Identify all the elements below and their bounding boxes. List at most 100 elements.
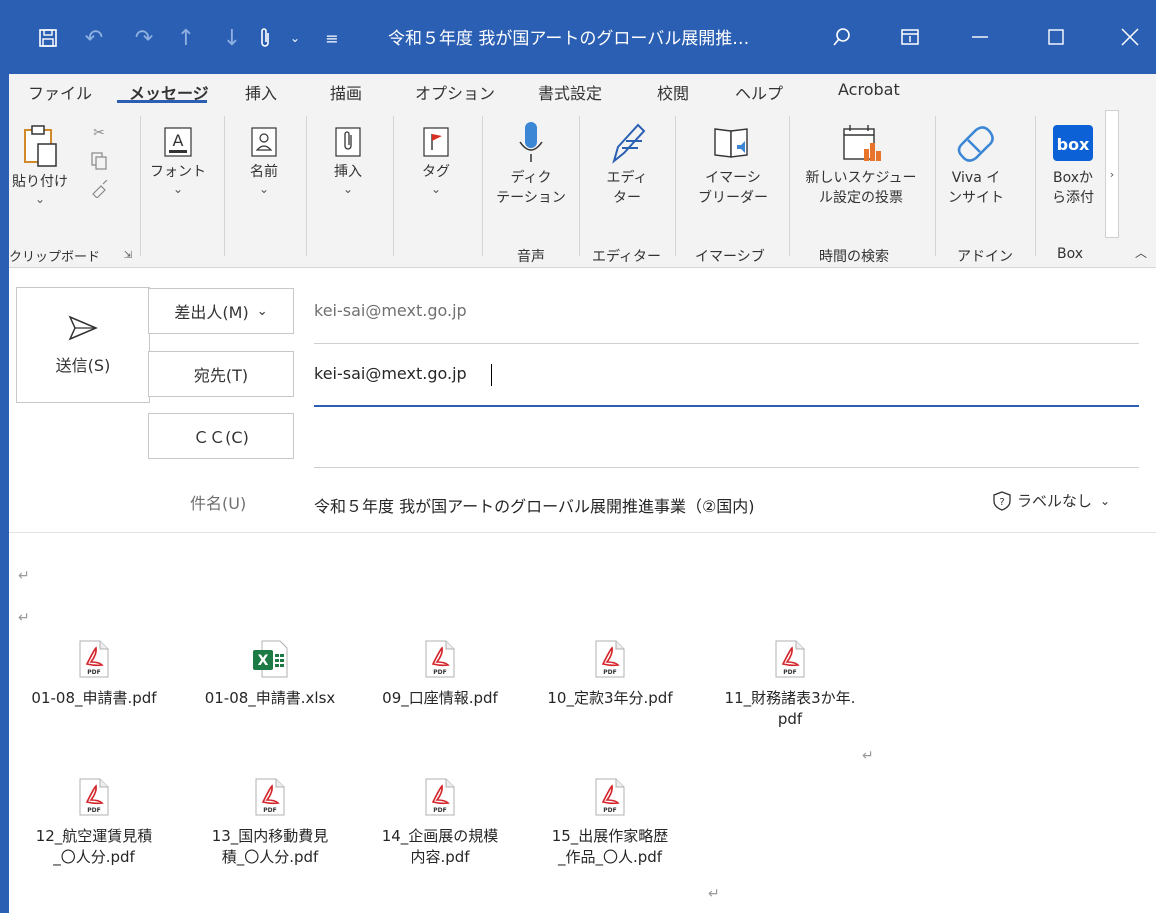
attachment-name: 15_出展作家略歴 _作品_〇人.pdf <box>551 827 669 866</box>
tab-options[interactable]: オプション <box>415 80 495 104</box>
viva-insights-icon <box>953 118 999 168</box>
close-icon[interactable] <box>1106 14 1154 60</box>
attachment-item[interactable]: PDF 15_出展作家略歴 _作品_〇人.pdf <box>530 778 690 868</box>
from-button[interactable]: 差出人(M) ⌄ <box>148 288 294 334</box>
schedule-poll-button[interactable]: 新しいスケジュー ル設定の投票 <box>795 118 927 208</box>
title-bar: ↶ ↷ ↑ ↓ ⌄ ≡ 令和５年度 我が国アートのグローバル展開推… <box>0 0 1156 74</box>
menu-bar: ファイル メッセージ 挿入 描画 オプション 書式設定 校閲 ヘルプ Acrob… <box>9 74 1156 110</box>
viva-insights-button[interactable]: Viva イ ンサイト <box>941 118 1011 208</box>
attachment-name: 13_国内移動費見 積_〇人分.pdf <box>211 827 329 866</box>
svg-text:PDF: PDF <box>603 669 616 676</box>
svg-text:?: ? <box>999 497 1004 508</box>
pdf-file-icon: PDF <box>79 640 109 678</box>
editor-pen-icon <box>607 118 647 168</box>
group-label-immersive: イマーシブ <box>695 249 765 265</box>
attachment-name: 12_航空運賃見積 _〇人分.pdf <box>35 827 153 866</box>
down-arrow-icon[interactable]: ↓ <box>218 18 246 58</box>
attachment-item[interactable]: PDF 11_財務諸表3か年. pdf <box>710 640 870 730</box>
copy-icon[interactable] <box>89 150 109 172</box>
shield-question-icon: ? <box>993 490 1011 511</box>
paste-button[interactable]: 貼り付け ⌄ <box>9 122 71 206</box>
ribbon: 貼り付け ⌄ ✂ クリップボード ⇲ A フォント ⌄ 名前 ⌄ 挿入 ⌄ タグ… <box>9 110 1156 268</box>
attach-icon <box>328 122 368 162</box>
minimize-icon[interactable] <box>956 14 1004 60</box>
svg-text:PDF: PDF <box>783 669 796 676</box>
svg-text:box: box <box>1057 135 1090 154</box>
search-icon[interactable] <box>818 14 866 60</box>
attachment-item[interactable]: PDF 13_国内移動費見 積_〇人分.pdf <box>190 778 350 868</box>
attachment-name: 01-08_申請書.pdf <box>31 689 157 707</box>
immersive-reader-icon <box>710 118 756 168</box>
flag-icon <box>416 122 456 162</box>
box-attach-button[interactable]: box Boxか ら添付 <box>1041 118 1105 208</box>
editor-button[interactable]: エディ ター <box>585 118 669 208</box>
attachment-name: 11_財務諸表3か年. pdf <box>724 689 856 728</box>
ribbon-scroll-right-icon[interactable]: › <box>1105 110 1119 238</box>
chevron-down-icon: ⌄ <box>1100 493 1111 508</box>
cc-button[interactable]: ＣＣ(C) <box>148 413 294 459</box>
names-button[interactable]: 名前 ⌄ <box>229 122 299 196</box>
tab-review[interactable]: 校閲 <box>657 80 689 104</box>
tags-button[interactable]: タグ ⌄ <box>401 122 471 196</box>
attachment-name: 09_口座情報.pdf <box>382 689 498 707</box>
pdf-file-icon: PDF <box>79 778 109 816</box>
from-field[interactable]: kei-sai@mext.go.jp <box>314 301 467 320</box>
cut-icon[interactable]: ✂ <box>89 122 109 144</box>
svg-text:PDF: PDF <box>433 669 446 676</box>
redo-icon[interactable]: ↷ <box>130 18 158 58</box>
box-icon: box <box>1050 118 1096 168</box>
insert-button[interactable]: 挿入 ⌄ <box>313 122 383 196</box>
paste-dropdown-icon[interactable]: ⌄ <box>35 192 45 206</box>
tab-file[interactable]: ファイル <box>28 80 92 104</box>
attachment-name: 10_定款3年分.pdf <box>547 689 673 707</box>
calendar-chart-icon <box>838 118 884 168</box>
dropdown-icon[interactable]: ⌄ <box>286 18 304 58</box>
font-button[interactable]: A フォント ⌄ <box>145 122 211 196</box>
group-label-clipboard: クリップボード <box>9 250 101 265</box>
attachment-item[interactable]: PDF 01-08_申請書.pdf <box>14 640 174 709</box>
window-title: 令和５年度 我が国アートのグローバル展開推… <box>388 29 750 49</box>
send-button[interactable]: 送信(S) <box>16 287 150 403</box>
tab-format[interactable]: 書式設定 <box>538 80 602 104</box>
attachment-item[interactable]: PDF 09_口座情報.pdf <box>360 640 520 709</box>
svg-text:X: X <box>258 653 269 669</box>
svg-text:PDF: PDF <box>603 807 616 814</box>
to-button[interactable]: 宛先(T) <box>148 351 294 397</box>
attachment-item[interactable]: X 01-08_申請書.xlsx <box>190 640 350 709</box>
svg-text:A: A <box>173 131 184 150</box>
attachment-item[interactable]: PDF 10_定款3年分.pdf <box>530 640 690 709</box>
paragraph-mark: ↵ <box>862 748 874 764</box>
pdf-file-icon: PDF <box>255 778 285 816</box>
attachment-item[interactable]: PDF 12_航空運賃見積 _〇人分.pdf <box>14 778 174 868</box>
tab-help[interactable]: ヘルプ <box>735 80 783 104</box>
customize-icon[interactable]: ≡ <box>322 18 342 58</box>
dialog-launcher-icon[interactable]: ⇲ <box>121 248 135 262</box>
group-label-voice: 音声 <box>517 249 545 265</box>
format-painter-icon[interactable] <box>89 178 111 200</box>
microphone-icon <box>511 118 551 168</box>
to-field[interactable]: kei-sai@mext.go.jp <box>314 364 467 383</box>
pdf-file-icon: PDF <box>595 778 625 816</box>
pdf-file-icon: PDF <box>775 640 805 678</box>
up-arrow-icon[interactable]: ↑ <box>172 18 200 58</box>
dictate-button[interactable]: ディク テーション <box>489 118 573 208</box>
tab-draw[interactable]: 描画 <box>330 80 362 104</box>
attachment-item[interactable]: PDF 14_企画展の規模 内容.pdf <box>360 778 520 868</box>
group-label-box: Box <box>1057 246 1084 262</box>
tab-insert[interactable]: 挿入 <box>245 80 277 104</box>
immersive-reader-button[interactable]: イマーシ ブリーダー <box>685 118 781 208</box>
maximize-icon[interactable] <box>1032 14 1080 60</box>
text-cursor <box>491 364 492 386</box>
paperclip-icon[interactable] <box>250 18 280 58</box>
paragraph-mark: ↵ <box>18 610 30 626</box>
sensitivity-button[interactable]: ? ラベルなし ⌄ <box>993 490 1110 511</box>
font-icon: A <box>158 122 198 162</box>
tab-acrobat[interactable]: Acrobat <box>838 80 900 99</box>
save-icon[interactable] <box>34 18 62 58</box>
group-label-addin: アドイン <box>957 249 1013 265</box>
collapse-ribbon-icon[interactable]: ︿ <box>1133 244 1149 260</box>
subject-field[interactable]: 令和５年度 我が国アートのグローバル展開推進事業（②国内) <box>314 493 755 517</box>
undo-icon[interactable]: ↶ <box>80 18 108 58</box>
ribbon-display-icon[interactable] <box>886 14 934 60</box>
window-left-border <box>0 74 9 913</box>
